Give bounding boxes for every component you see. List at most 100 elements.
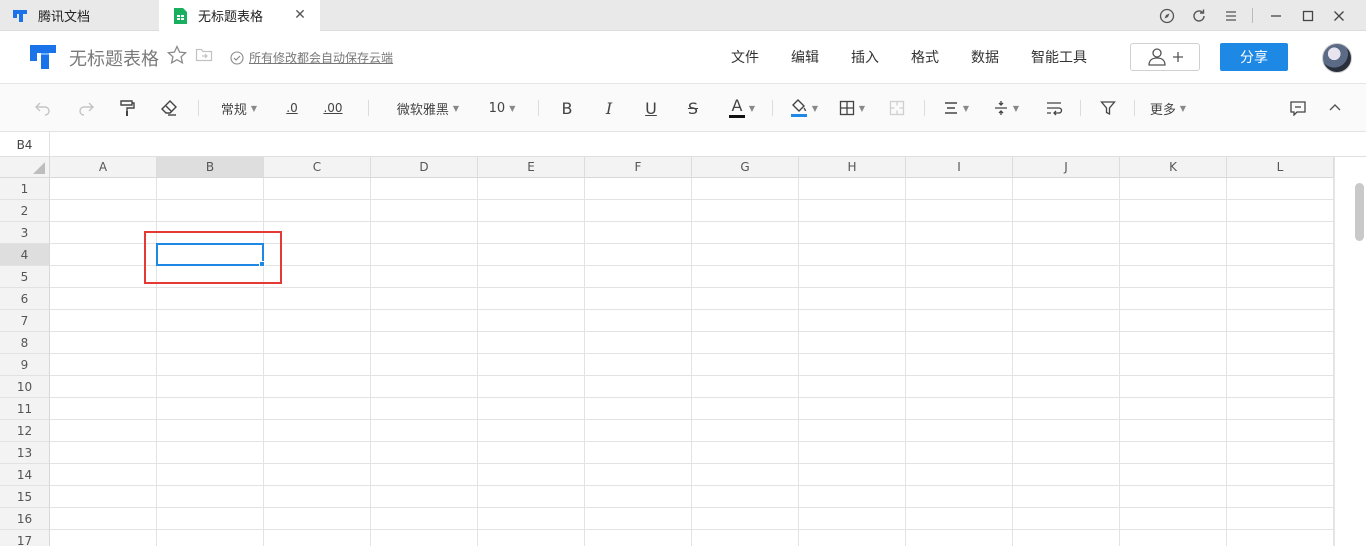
collapse-toolbar-icon[interactable] [1324,96,1346,120]
font-size-label: 10 [488,100,506,116]
minimize-icon[interactable] [1259,0,1293,31]
toolbar-divider [1080,100,1081,116]
menu-data[interactable]: 数据 [971,47,999,67]
row-header-12[interactable]: 12 [0,420,50,442]
column-header-c[interactable]: C [264,157,371,178]
menu-edit[interactable]: 编辑 [791,47,819,67]
cell-reference-box[interactable]: B4 [0,132,50,157]
chevron-down-icon: ▼ [1179,103,1187,113]
row-header-10[interactable]: 10 [0,376,50,398]
underline-label: U [645,98,657,118]
more-label: 更多 [1149,102,1176,118]
column-header-h[interactable]: H [799,157,906,178]
highlight-annotation-box [144,231,282,284]
font-family-label: 微软雅黑 [396,102,449,118]
menu-icon[interactable] [1214,0,1248,31]
row-header-3[interactable]: 3 [0,222,50,244]
document-header: 无标题表格 所有修改都会自动保存云端 文件 编辑 插入 格式 数据 智能工具 分… [0,31,1366,84]
chevron-down-icon: ▼ [509,103,516,113]
column-header-k[interactable]: K [1120,157,1227,178]
close-tab-icon[interactable]: ✕ [292,7,308,23]
menu-format[interactable]: 格式 [911,47,939,67]
menu-insert[interactable]: 插入 [851,47,879,67]
underline-button[interactable]: U [640,96,662,120]
vertical-scrollbar-thumb[interactable] [1355,183,1364,241]
chevron-down-icon: ▼ [748,103,756,113]
decrease-decimal-button[interactable]: .0 [279,96,305,120]
chevron-down-icon: ▼ [858,103,866,113]
column-header-j[interactable]: J [1013,157,1120,178]
comment-icon[interactable] [1287,96,1309,120]
italic-label: I [605,98,613,118]
star-icon[interactable] [166,44,188,66]
column-header-b[interactable]: B [157,157,264,178]
row-header-7[interactable]: 7 [0,310,50,332]
save-status[interactable]: 所有修改都会自动保存云端 [230,49,393,66]
increase-decimal-button[interactable]: .00 [318,96,348,120]
menu-smart-tools[interactable]: 智能工具 [1031,47,1087,67]
italic-button[interactable]: I [598,96,620,120]
select-all-triangle-icon [33,162,45,174]
merge-cells-icon[interactable] [886,96,908,120]
column-header-d[interactable]: D [371,157,478,178]
clear-format-icon[interactable] [158,96,180,120]
row-header-14[interactable]: 14 [0,464,50,486]
sheet-file-icon [174,7,187,24]
row-header-17[interactable]: 17 [0,530,50,546]
row-header-16[interactable]: 16 [0,508,50,530]
font-size-dropdown[interactable]: 10 ▼ [482,96,522,120]
format-painter-icon[interactable] [116,96,138,120]
move-to-folder-icon[interactable] [195,47,213,63]
maximize-icon[interactable] [1291,0,1325,31]
row-header-2[interactable]: 2 [0,200,50,222]
undo-icon[interactable] [32,96,54,120]
number-format-label: 常规 [220,102,247,118]
column-header-e[interactable]: E [478,157,585,178]
refresh-icon[interactable] [1182,0,1216,31]
column-header-i[interactable]: I [906,157,1013,178]
app-tab-tencent-docs[interactable]: 腾讯文档 [12,0,158,31]
vertical-center-icon [994,101,1007,115]
font-family-dropdown[interactable]: 微软雅黑 ▼ [388,96,468,120]
row-header-13[interactable]: 13 [0,442,50,464]
row-header-15[interactable]: 15 [0,486,50,508]
row-header-8[interactable]: 8 [0,332,50,354]
menu-file[interactable]: 文件 [731,47,759,67]
column-header-f[interactable]: F [585,157,692,178]
document-title[interactable]: 无标题表格 [69,45,159,71]
share-button[interactable]: 分享 [1220,43,1288,71]
number-format-dropdown[interactable]: 常规 ▼ [214,96,264,120]
tencent-docs-logo-icon[interactable] [28,44,58,70]
row-header-5[interactable]: 5 [0,266,50,288]
formula-bar: B4 [0,132,1366,157]
column-header-a[interactable]: A [50,157,157,178]
avatar[interactable] [1322,43,1352,73]
horizontal-align-button[interactable]: ▼ [940,96,972,120]
row-header-4[interactable]: 4 [0,244,50,266]
compass-icon[interactable] [1150,0,1184,31]
app-tab-untitled-sheet[interactable]: 无标题表格 ✕ [159,0,320,31]
column-header-g[interactable]: G [692,157,799,178]
row-header-11[interactable]: 11 [0,398,50,420]
font-color-button[interactable]: A ▼ [724,96,760,120]
decrease-decimal-label: .0 [286,101,298,115]
add-collaborator-button[interactable] [1130,43,1200,71]
fill-color-button[interactable]: ▼ [786,96,822,120]
bold-button[interactable]: B [556,96,578,120]
redo-icon[interactable] [75,96,97,120]
close-window-icon[interactable] [1322,0,1356,31]
border-grid-icon [839,100,855,116]
select-all-corner[interactable] [0,157,50,178]
borders-button[interactable]: ▼ [836,96,868,120]
toolbar-divider [368,100,369,116]
filter-icon[interactable] [1097,96,1119,120]
vertical-align-button[interactable]: ▼ [990,96,1022,120]
row-header-9[interactable]: 9 [0,354,50,376]
more-dropdown[interactable]: 更多 ▼ [1146,96,1190,120]
row-header-6[interactable]: 6 [0,288,50,310]
column-header-l[interactable]: L [1227,157,1334,178]
text-wrap-icon[interactable] [1043,96,1065,120]
strikethrough-button[interactable]: S [682,96,704,120]
chevron-down-icon: ▼ [1012,103,1020,113]
row-header-1[interactable]: 1 [0,178,50,200]
